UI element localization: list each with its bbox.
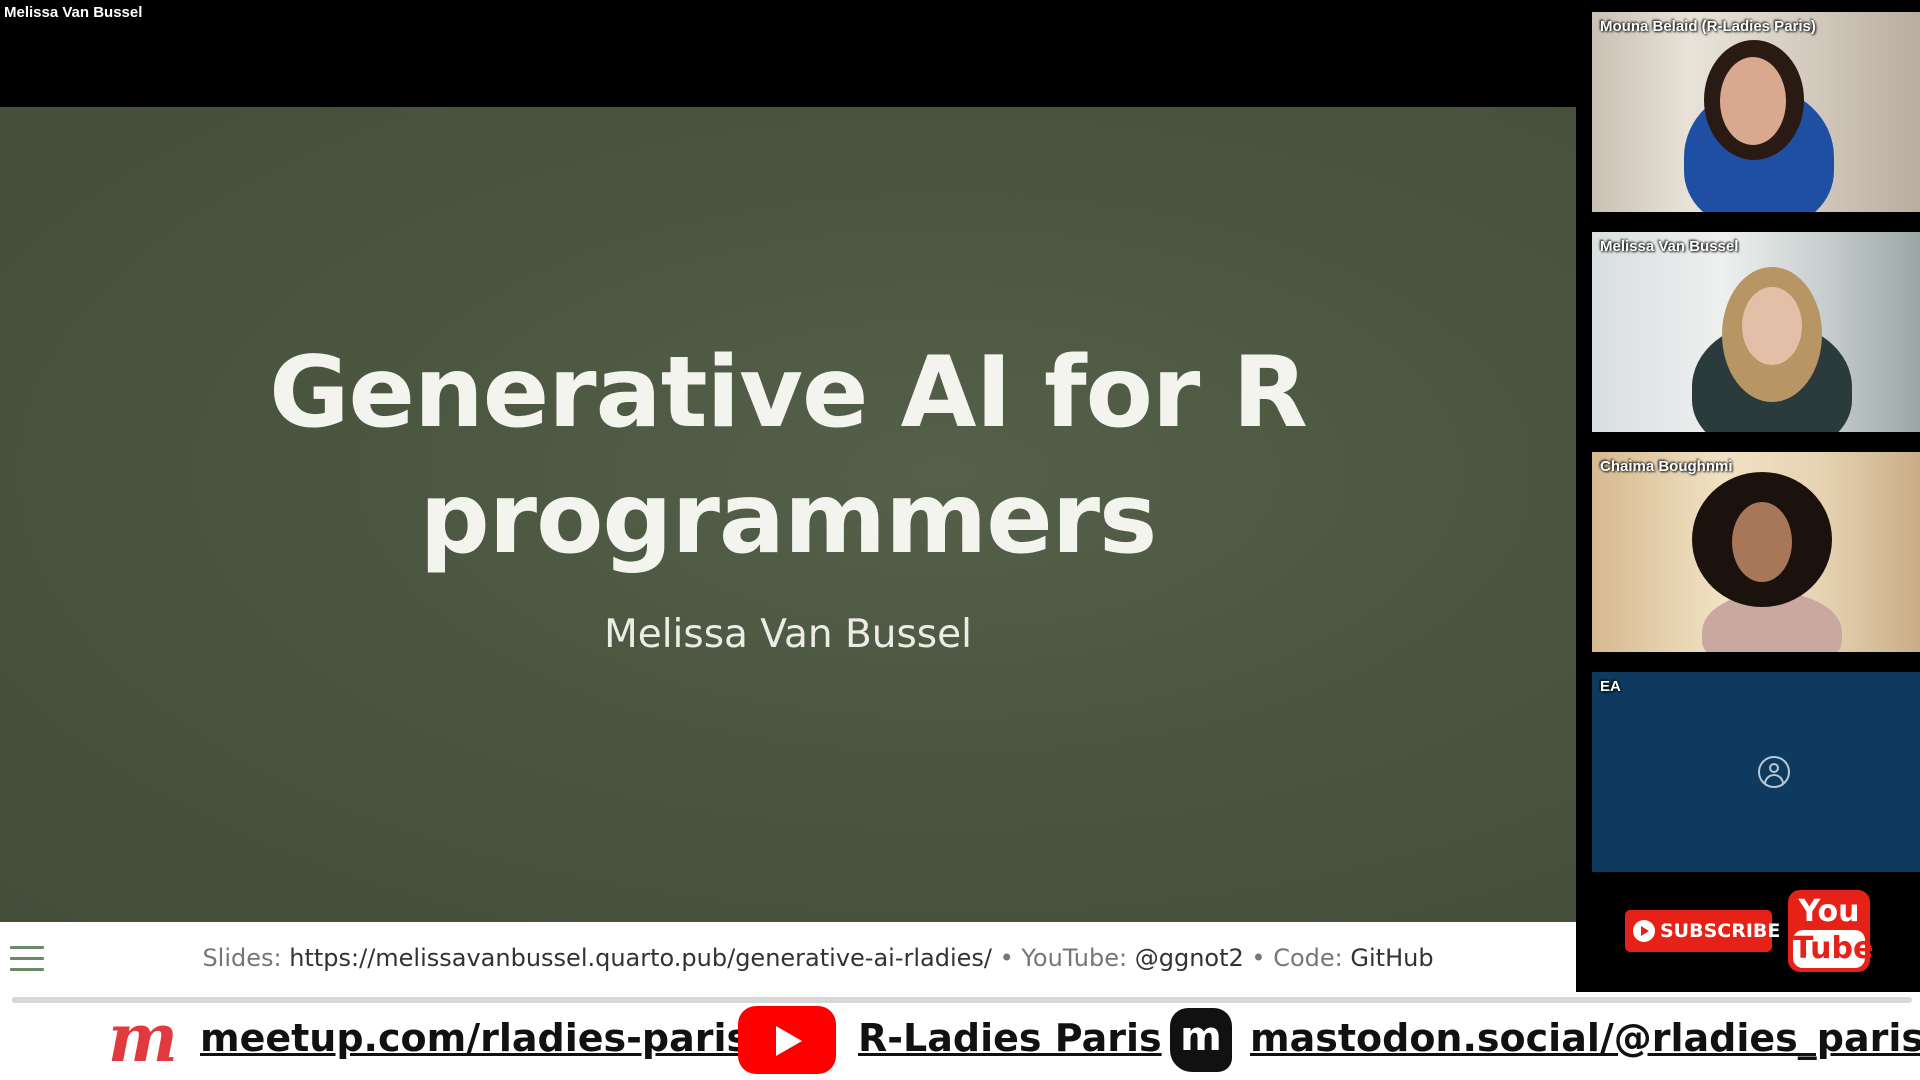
youtube-channel-link[interactable]: R-Ladies Paris <box>858 1016 1162 1060</box>
slide-footer-text: Slides: https://melissavanbussel.quarto.… <box>0 944 1576 972</box>
subscribe-label: SUBSCRIBE <box>1660 920 1781 942</box>
participant-tile[interactable]: Mouna Belaid (R-Ladies Paris) <box>1592 12 1920 212</box>
participant-tile[interactable]: EA <box>1592 672 1920 872</box>
footer-separator: • <box>992 944 1022 972</box>
youtube-badge-you: You <box>1798 894 1860 929</box>
participant-tile[interactable]: Melissa Van Bussel <box>1592 232 1920 432</box>
slides-label: Slides: <box>202 944 282 972</box>
slide-title-line-1: Generative AI for R <box>269 336 1308 450</box>
mastodon-link[interactable]: mastodon.social/@rladies_paris <box>1250 1016 1920 1060</box>
meetup-link[interactable]: meetup.com/rladies-paris/ <box>200 1016 763 1060</box>
play-icon <box>1633 920 1655 942</box>
participant-name: Melissa Van Bussel <box>1600 238 1739 255</box>
youtube-badge-icon: You Tube <box>1788 890 1874 972</box>
subscribe-button[interactable]: SUBSCRIBE <box>1625 910 1780 952</box>
footer-separator: • <box>1243 944 1274 972</box>
slide-title-line-2: programmers <box>419 462 1158 576</box>
person-icon <box>1758 756 1790 788</box>
meetup-logo-icon: m <box>108 999 178 1077</box>
participant-name: EA <box>1600 678 1621 695</box>
youtube-logo-icon <box>738 1006 836 1074</box>
youtube-badge-tube: Tube <box>1793 930 1874 968</box>
github-link[interactable]: GitHub <box>1350 944 1433 972</box>
presenter-name-label: Melissa Van Bussel <box>4 4 143 21</box>
youtube-handle-link[interactable]: @ggnot2 <box>1135 944 1244 972</box>
code-label: Code: <box>1273 944 1343 972</box>
slide-author: Melissa Van Bussel <box>604 612 972 657</box>
participant-tile[interactable]: Chaima Boughnmi <box>1592 452 1920 652</box>
divider <box>12 997 1912 1003</box>
youtube-label: YouTube: <box>1021 944 1128 972</box>
slide-title: Generative AI for R programmers <box>0 330 1576 582</box>
presenter-bar <box>0 0 1576 107</box>
mastodon-logo-icon: m <box>1170 1008 1232 1072</box>
participant-name: Mouna Belaid (R-Ladies Paris) <box>1600 18 1816 35</box>
participant-name: Chaima Boughnmi <box>1600 458 1733 475</box>
slides-url-link[interactable]: https://melissavanbussel.quarto.pub/gene… <box>289 944 992 972</box>
